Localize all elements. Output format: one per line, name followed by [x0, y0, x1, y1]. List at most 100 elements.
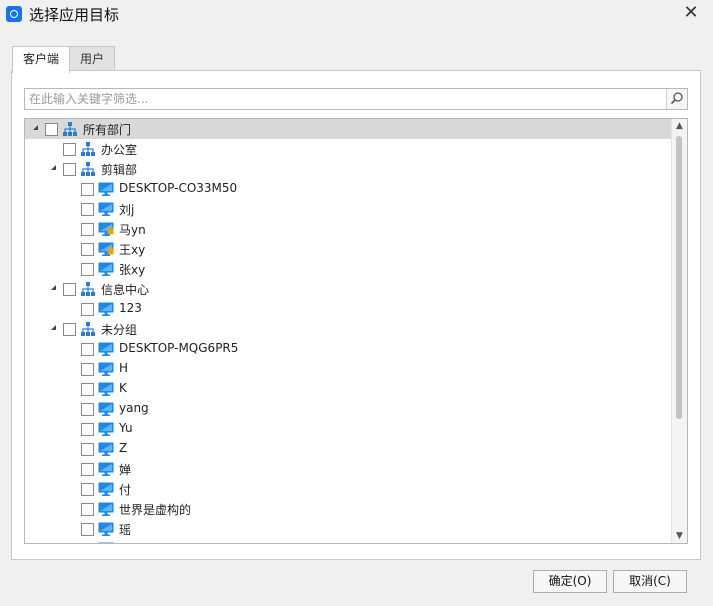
close-button[interactable]: ✕: [681, 2, 701, 24]
tree-checkbox[interactable]: [81, 543, 94, 544]
monitor-icon: [98, 481, 114, 497]
search-icon: [670, 92, 683, 105]
tree-checkbox[interactable]: [81, 303, 94, 316]
tree-computer-row[interactable]: 刘j: [25, 199, 671, 219]
org-tree-icon: [62, 121, 78, 137]
tree-item-label: DESKTOP-CO33M50: [119, 181, 238, 195]
tree-computer-row[interactable]: yang: [25, 399, 671, 419]
tree-checkbox[interactable]: [81, 383, 94, 396]
tree-item-label: 付: [119, 483, 132, 497]
tree-computer-row[interactable]: Yu: [25, 419, 671, 439]
scroll-thumb[interactable]: [676, 136, 682, 419]
tree-checkbox[interactable]: [81, 203, 94, 216]
tab-users[interactable]: 用户: [69, 46, 115, 71]
org-tree-icon: [80, 161, 96, 177]
tree-computer-row[interactable]: [25, 539, 671, 544]
tree-computer-row[interactable]: 王xy: [25, 239, 671, 259]
tree-item-label: 办公室: [101, 143, 138, 157]
tree-checkbox[interactable]: [63, 323, 76, 336]
tree-item-label: 所有部门: [83, 123, 132, 137]
tree-computer-row[interactable]: 付: [25, 479, 671, 499]
monitor-icon: [98, 521, 114, 537]
tree-item-label: 刘j: [119, 203, 135, 217]
tree-checkbox[interactable]: [45, 123, 58, 136]
scroll-up-icon[interactable]: ▲: [672, 119, 687, 133]
monitor-icon: [98, 341, 114, 357]
tab-panel: 所有部门办公室剪辑部 DESKTOP-CO33M50 刘j 马yn 王xy 张xy 信息中心…: [11, 70, 701, 560]
monitor-icon: [98, 501, 114, 517]
locked-monitor-icon: [98, 241, 114, 257]
tree-computer-row[interactable]: 世界是虚构的: [25, 499, 671, 519]
monitor-icon: [98, 401, 114, 417]
cancel-button[interactable]: 取消(C): [613, 570, 687, 593]
expand-arrow-icon[interactable]: [51, 285, 56, 290]
tree-computer-row[interactable]: 婵: [25, 459, 671, 479]
tree-computer-row[interactable]: DESKTOP-MQG6PR5: [25, 339, 671, 359]
expand-arrow-icon[interactable]: [51, 165, 56, 170]
tree-group-row[interactable]: 未分组: [25, 319, 671, 339]
tree-computer-row[interactable]: H: [25, 359, 671, 379]
tree-item-label: 张xy: [119, 263, 146, 277]
tree-checkbox[interactable]: [81, 343, 94, 356]
tree-checkbox[interactable]: [81, 223, 94, 236]
tree-item-label: 婵: [119, 463, 132, 477]
monitor-icon: [98, 181, 114, 197]
monitor-icon: [98, 421, 114, 437]
title-bar: 选择应用目标 ✕: [0, 0, 713, 28]
org-tree-icon: [80, 141, 96, 157]
monitor-icon: [98, 441, 114, 457]
expand-arrow-icon[interactable]: [33, 125, 38, 130]
search-box: [24, 88, 688, 110]
tree-group-row[interactable]: 办公室: [25, 139, 671, 159]
tree-group-row[interactable]: 剪辑部: [25, 159, 671, 179]
tree-checkbox[interactable]: [81, 503, 94, 516]
tree-item-label: 未分组: [101, 323, 138, 337]
tree-group-row[interactable]: 所有部门: [25, 119, 671, 139]
vertical-scrollbar[interactable]: ▲ ▼: [671, 119, 687, 543]
tree-checkbox[interactable]: [81, 183, 94, 196]
tree-computer-row[interactable]: 马yn: [25, 219, 671, 239]
tree-checkbox[interactable]: [81, 443, 94, 456]
tree-item-label: yang: [119, 401, 149, 415]
tree-computer-row[interactable]: 123: [25, 299, 671, 319]
tree-computer-row[interactable]: 瑶: [25, 519, 671, 539]
monitor-icon: [98, 301, 114, 317]
expand-arrow-icon[interactable]: [51, 325, 56, 330]
tree-item-label: Yu: [119, 421, 133, 435]
tree-item-label: K: [119, 381, 127, 395]
tree-checkbox[interactable]: [81, 363, 94, 376]
search-input[interactable]: [25, 89, 669, 109]
tree-item-label: H: [119, 361, 129, 375]
ok-button[interactable]: 确定(O): [533, 570, 607, 593]
monitor-icon: [98, 361, 114, 377]
target-tree: 所有部门办公室剪辑部 DESKTOP-CO33M50 刘j 马yn 王xy 张xy 信息中心…: [24, 118, 688, 544]
tab-clients[interactable]: 客户端: [12, 46, 70, 73]
scroll-down-icon[interactable]: ▼: [672, 529, 687, 543]
tree-checkbox[interactable]: [81, 403, 94, 416]
tree-checkbox[interactable]: [81, 523, 94, 536]
tree-checkbox[interactable]: [81, 483, 94, 496]
tree-checkbox[interactable]: [81, 263, 94, 276]
tree-checkbox[interactable]: [63, 143, 76, 156]
tree-checkbox[interactable]: [81, 423, 94, 436]
tree-group-row[interactable]: 信息中心: [25, 279, 671, 299]
tree-item-label: 马yn: [119, 223, 146, 237]
monitor-icon: [98, 201, 114, 217]
tree-computer-row[interactable]: 张xy: [25, 259, 671, 279]
tree-computer-row[interactable]: Z: [25, 439, 671, 459]
org-tree-icon: [80, 321, 96, 337]
tree-computer-row[interactable]: DESKTOP-CO33M50: [25, 179, 671, 199]
window-title: 选择应用目标: [29, 6, 120, 24]
tree-computer-row[interactable]: K: [25, 379, 671, 399]
tree-checkbox[interactable]: [63, 283, 76, 296]
monitor-icon: [98, 381, 114, 397]
search-button[interactable]: [666, 89, 687, 109]
org-tree-icon: [80, 281, 96, 297]
tree-item-label: DESKTOP-MQG6PR5: [119, 341, 239, 355]
monitor-icon: [98, 261, 114, 277]
tree-checkbox[interactable]: [81, 463, 94, 476]
tree-checkbox[interactable]: [81, 243, 94, 256]
tree-checkbox[interactable]: [63, 163, 76, 176]
monitor-icon: [98, 541, 114, 543]
tree-item-label: 信息中心: [101, 283, 150, 297]
